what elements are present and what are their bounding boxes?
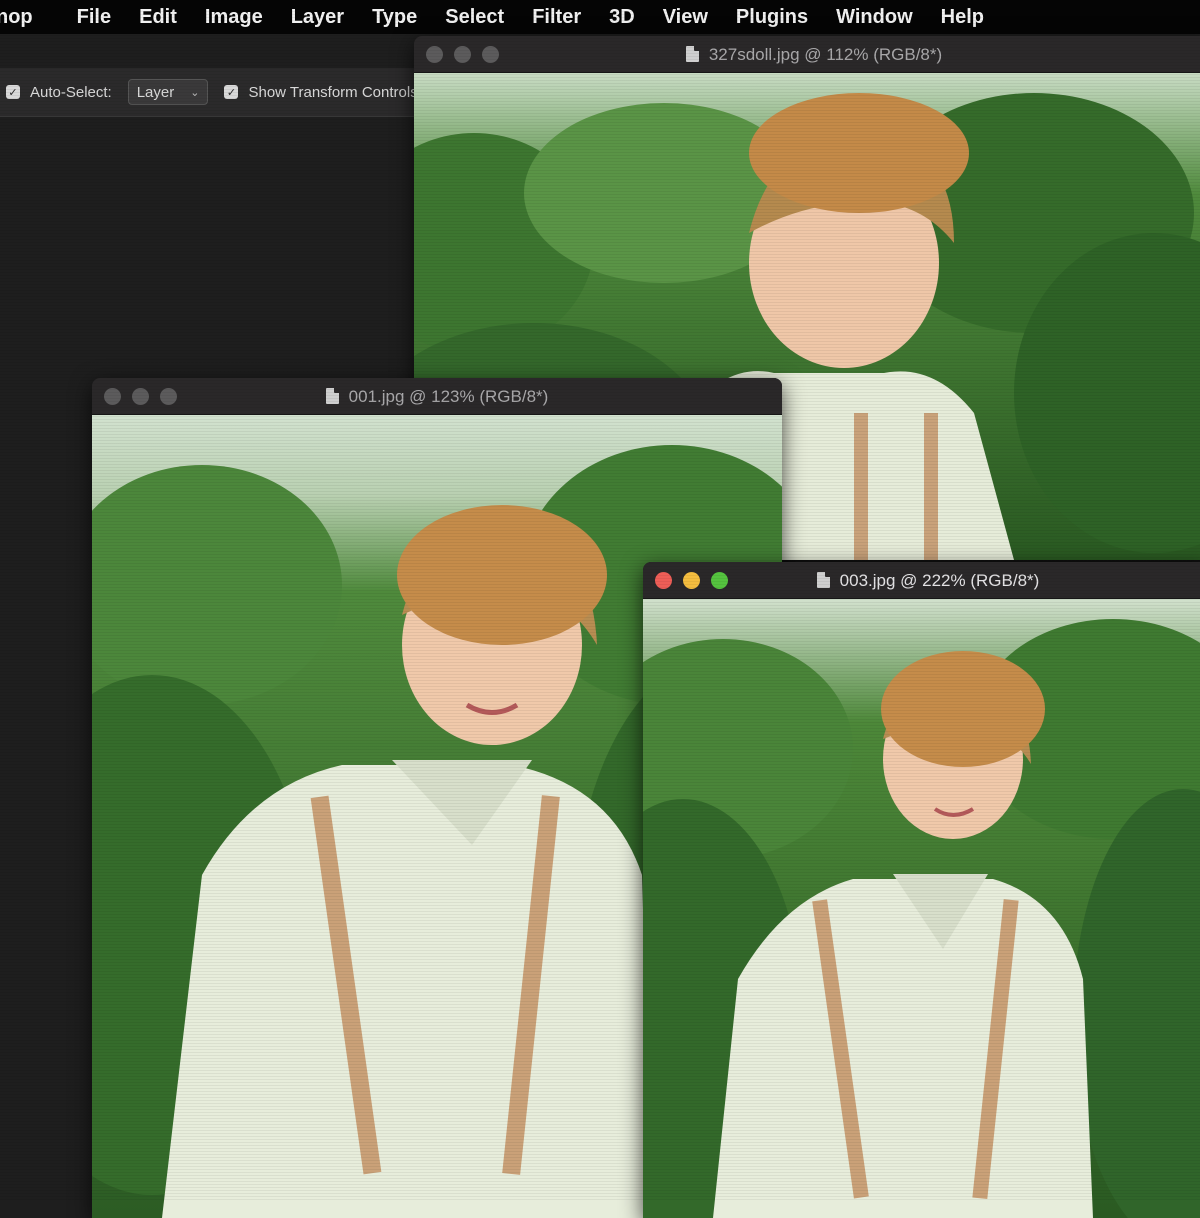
- menu-layer[interactable]: Layer: [277, 6, 358, 29]
- window-title-text: 001.jpg @ 123% (RGB/8*): [348, 387, 549, 406]
- menu-type[interactable]: Type: [358, 6, 431, 29]
- menu-view[interactable]: View: [649, 6, 722, 29]
- window-titlebar[interactable]: 003.jpg @ 222% (RGB/8*): [643, 562, 1200, 599]
- auto-select-label: Auto-Select:: [30, 83, 112, 101]
- app-menu[interactable]: nop: [0, 6, 33, 29]
- document-icon: [685, 46, 699, 62]
- show-transform-label: Show Transform Controls: [248, 83, 418, 101]
- window-title-text: 003.jpg @ 222% (RGB/8*): [839, 571, 1040, 590]
- document-window-003[interactable]: 003.jpg @ 222% (RGB/8*): [643, 562, 1200, 1218]
- menu-filter[interactable]: Filter: [518, 6, 595, 29]
- show-transform-checkbox[interactable]: ✓: [224, 85, 239, 99]
- document-icon: [325, 388, 339, 404]
- window-title: 001.jpg @ 123% (RGB/8*): [92, 387, 782, 407]
- menu-3d[interactable]: 3D: [595, 6, 649, 29]
- auto-select-checkbox[interactable]: ✓: [6, 85, 20, 99]
- menu-help[interactable]: Help: [927, 6, 998, 29]
- window-title-text: 327sdoll.jpg @ 112% (RGB/8*): [708, 45, 943, 64]
- image-canvas[interactable]: [643, 599, 1200, 1218]
- photo-image: [643, 599, 1200, 1218]
- document-icon: [816, 572, 830, 588]
- chevron-down-icon: ⌄: [190, 86, 200, 99]
- menu-select[interactable]: Select: [431, 6, 518, 29]
- window-titlebar[interactable]: 327sdoll.jpg @ 112% (RGB/8*): [414, 36, 1200, 73]
- auto-select-dropdown[interactable]: Layer ⌄: [127, 79, 209, 105]
- menu-bar: nop File Edit Image Layer Type Select Fi…: [0, 0, 1200, 34]
- window-titlebar[interactable]: 001.jpg @ 123% (RGB/8*): [92, 378, 782, 415]
- menu-edit[interactable]: Edit: [125, 6, 191, 29]
- menu-plugins[interactable]: Plugins: [722, 6, 822, 29]
- menu-file[interactable]: File: [63, 6, 125, 29]
- auto-select-value: Layer: [136, 83, 175, 101]
- menu-image[interactable]: Image: [191, 6, 277, 29]
- window-title: 327sdoll.jpg @ 112% (RGB/8*): [414, 45, 1200, 65]
- window-title: 003.jpg @ 222% (RGB/8*): [643, 571, 1200, 591]
- menu-window[interactable]: Window: [822, 6, 926, 29]
